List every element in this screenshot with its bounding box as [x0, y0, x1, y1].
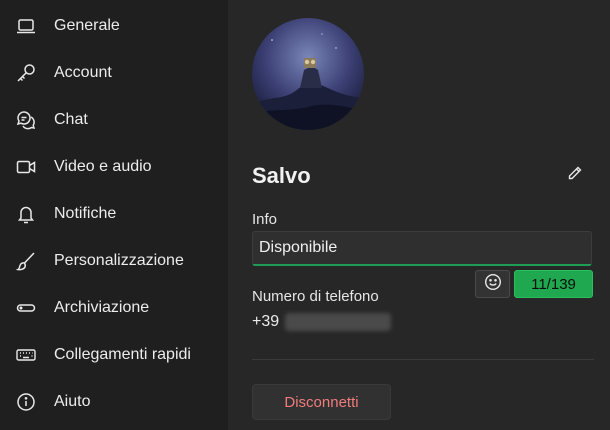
char-counter-badge: 11/139: [514, 270, 593, 298]
sidebar-item-label: Aiuto: [54, 393, 91, 410]
profile-name: Salvo: [252, 163, 311, 188]
key-icon: [14, 62, 38, 84]
edit-name-button[interactable]: [564, 164, 586, 186]
disconnect-button[interactable]: Disconnetti: [252, 384, 391, 420]
sidebar-item-video-e-audio[interactable]: Video e audio: [0, 147, 228, 187]
bell-icon: [14, 203, 38, 225]
phone-number-redacted: [285, 313, 391, 331]
sidebar-item-collegamenti-rapidi[interactable]: Collegamenti rapidi: [0, 335, 228, 375]
info-field[interactable]: [252, 231, 592, 266]
smiley-icon: [484, 273, 502, 296]
chat-bubbles-icon: [14, 109, 38, 131]
sidebar-item-personalizzazione[interactable]: Personalizzazione: [0, 241, 228, 281]
sidebar-item-aiuto[interactable]: Aiuto: [0, 382, 228, 422]
settings-sidebar: Generale Account Chat Video e audio Noti…: [0, 0, 228, 430]
storage-icon: [14, 297, 38, 319]
sidebar-item-label: Chat: [54, 111, 88, 128]
laptop-icon: [14, 15, 38, 37]
sidebar-item-label: Personalizzazione: [54, 252, 184, 269]
sidebar-item-label: Collegamenti rapidi: [54, 346, 191, 363]
sidebar-item-chat[interactable]: Chat: [0, 100, 228, 140]
info-icon: [14, 391, 38, 413]
sidebar-item-label: Account: [54, 64, 112, 81]
emoji-button[interactable]: [475, 270, 510, 298]
sidebar-item-archiviazione[interactable]: Archiviazione: [0, 288, 228, 328]
sidebar-item-label: Notifiche: [54, 205, 117, 222]
sidebar-item-notifiche[interactable]: Notifiche: [0, 194, 228, 234]
divider: [252, 359, 594, 360]
sidebar-item-label: Video e audio: [54, 158, 152, 175]
video-camera-icon: [14, 156, 38, 178]
info-label: Info: [252, 211, 278, 228]
phone-prefix: +39: [252, 313, 280, 330]
sidebar-item-label: Archiviazione: [54, 299, 150, 316]
sidebar-item-account[interactable]: Account: [0, 53, 228, 93]
avatar[interactable]: [252, 18, 364, 130]
pencil-icon: [567, 165, 583, 186]
keyboard-icon: [14, 344, 38, 366]
sidebar-item-generale[interactable]: Generale: [0, 6, 228, 46]
sidebar-item-label: Generale: [54, 17, 120, 34]
phone-label: Numero di telefono: [252, 288, 379, 305]
paintbrush-icon: [14, 250, 38, 272]
